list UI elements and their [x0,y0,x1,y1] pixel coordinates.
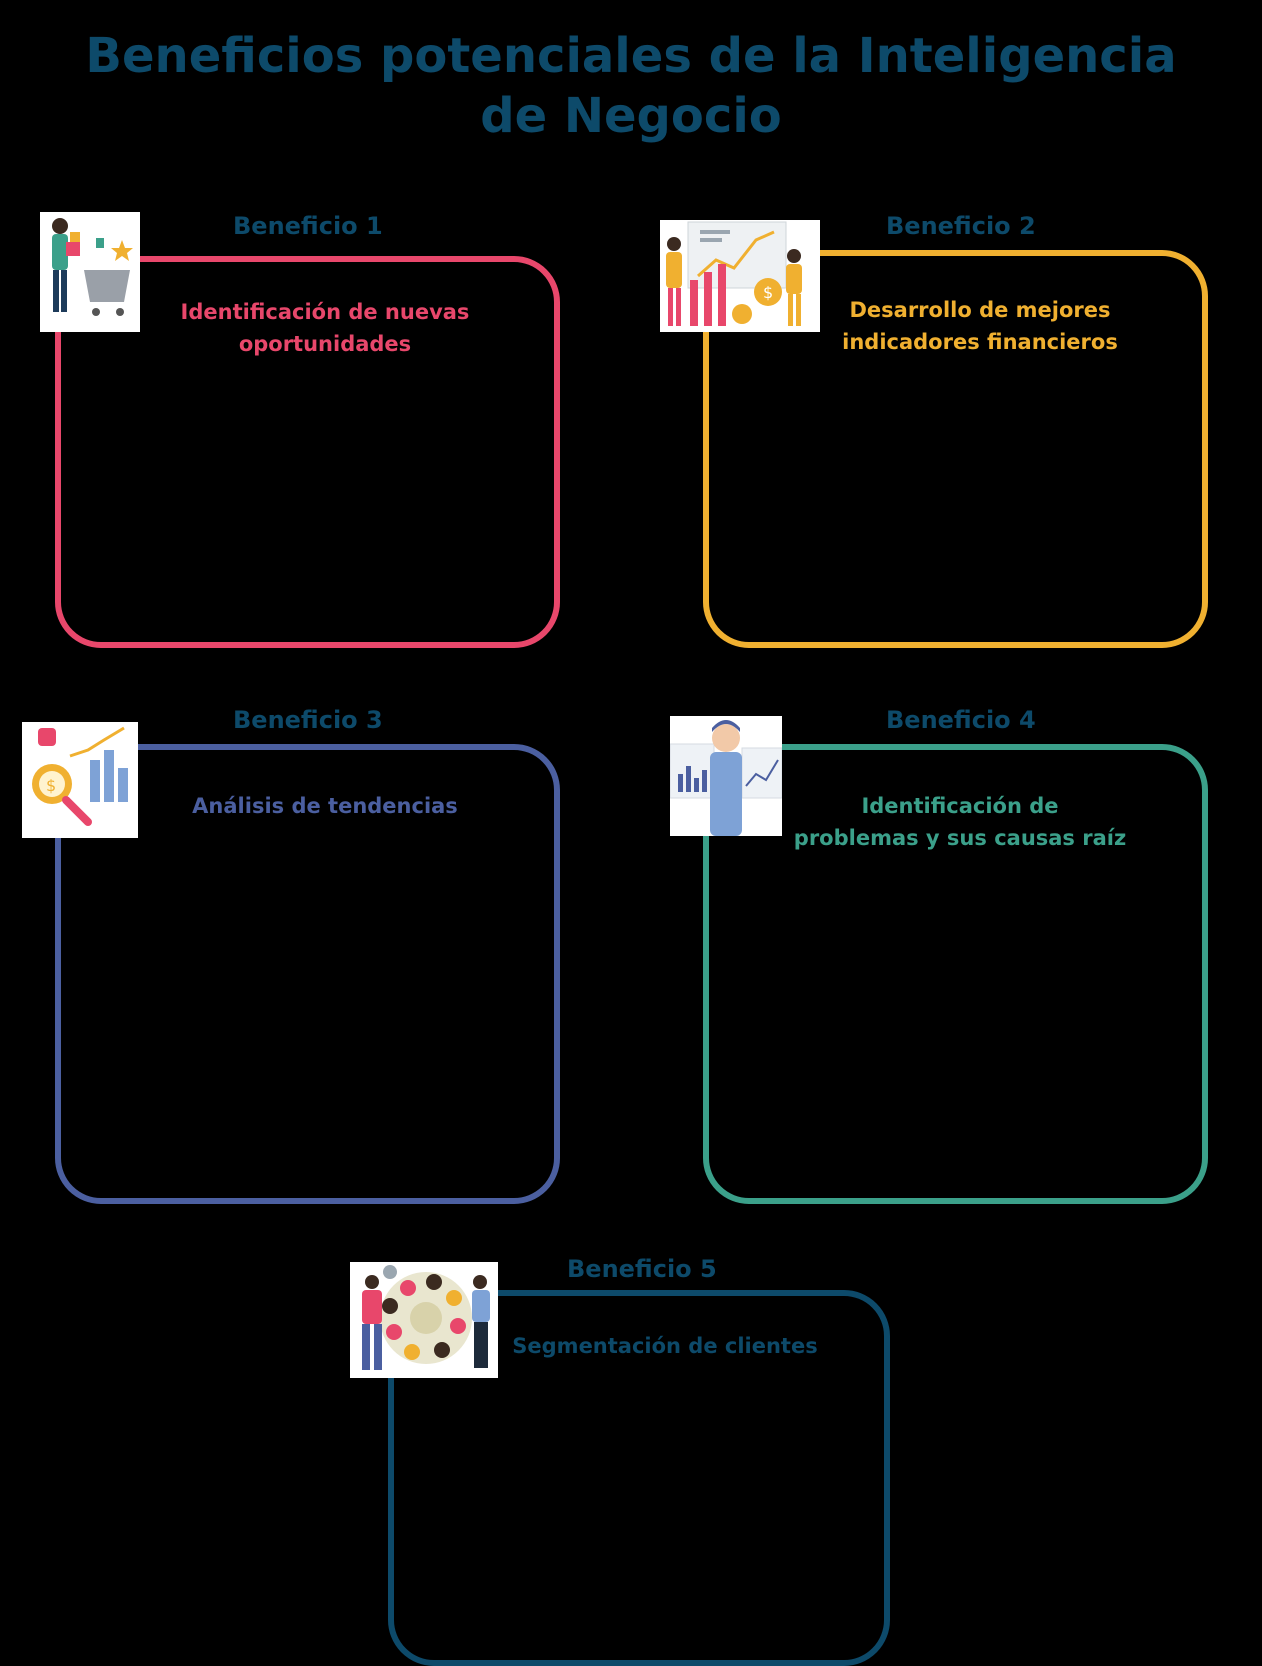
page-title-line2: de Negocio [480,88,782,144]
benefit-4-subtitle-line2: problemas y sus causas raíz [793,826,1127,850]
page-title: Beneficios potenciales de la Inteligenci… [0,26,1262,146]
customer-segments-wheel-icon [350,1262,498,1378]
benefit-2-subtitle-line2: indicadores financieros [842,330,1118,354]
benefit-1-subtitle-line2: oportunidades [238,332,412,356]
benefit-5-subtitle: Segmentación de clientes [495,1330,835,1362]
financial-growth-chart-icon: $ [660,220,820,332]
analyst-dashboard-icon [670,716,782,836]
benefit-1-subtitle-line1: Identificación de nuevas [180,300,470,324]
benefit-4-subtitle-line1: Identificación de [861,794,1059,818]
benefit-3-subtitle-line1: Análisis de tendencias [192,794,458,818]
benefit-3-subtitle: Análisis de tendencias [165,790,485,822]
benefit-5-subtitle-line1: Segmentación de clientes [512,1334,818,1358]
benefit-4-heading: Beneficio 4 [886,706,1036,734]
svg-text:$: $ [46,776,56,795]
benefit-2-subtitle: Desarrollo de mejores indicadores financ… [820,294,1140,358]
svg-text:$: $ [763,283,773,302]
benefit-4-subtitle: Identificación de problemas y sus causas… [780,790,1140,854]
benefit-2-subtitle-line1: Desarrollo de mejores [849,298,1111,322]
shopping-cart-person-icon [40,212,140,332]
benefit-3-heading: Beneficio 3 [233,706,383,734]
benefit-1-heading: Beneficio 1 [233,212,383,240]
page-title-line1: Beneficios potenciales de la Inteligenci… [85,28,1177,84]
benefit-1-subtitle: Identificación de nuevas oportunidades [165,296,485,360]
magnifier-trend-chart-icon: $ [22,722,138,838]
benefit-2-heading: Beneficio 2 [886,212,1036,240]
benefit-5-heading: Beneficio 5 [567,1255,717,1283]
